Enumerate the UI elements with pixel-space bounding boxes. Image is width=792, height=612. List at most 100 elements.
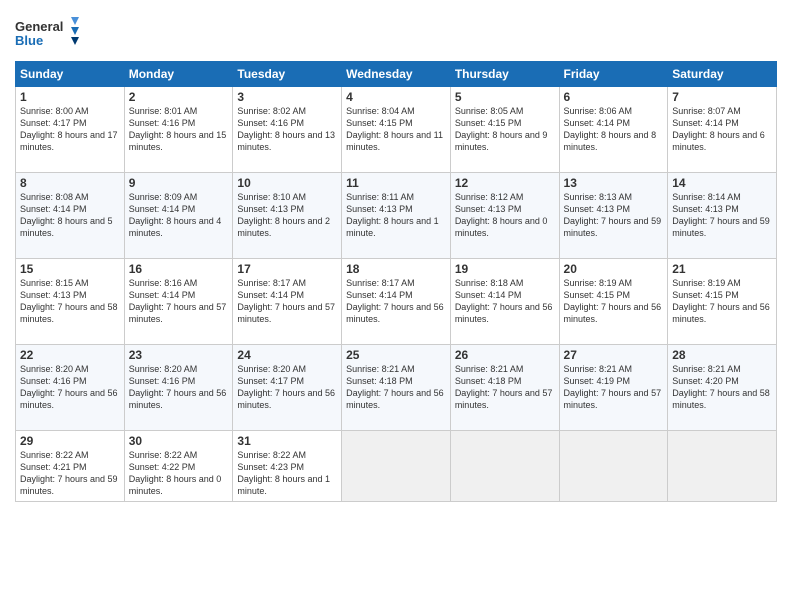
day-number: 27 (564, 348, 664, 362)
cell-info: Sunrise: 8:16 AMSunset: 4:14 PMDaylight:… (129, 277, 229, 326)
cell-info: Sunrise: 8:07 AMSunset: 4:14 PMDaylight:… (672, 105, 772, 154)
calendar-cell: 18Sunrise: 8:17 AMSunset: 4:14 PMDayligh… (342, 259, 451, 345)
cell-info: Sunrise: 8:14 AMSunset: 4:13 PMDaylight:… (672, 191, 772, 240)
cell-info: Sunrise: 8:19 AMSunset: 4:15 PMDaylight:… (672, 277, 772, 326)
cell-info: Sunrise: 8:21 AMSunset: 4:19 PMDaylight:… (564, 363, 664, 412)
day-number: 14 (672, 176, 772, 190)
day-number: 23 (129, 348, 229, 362)
calendar-cell: 2Sunrise: 8:01 AMSunset: 4:16 PMDaylight… (124, 87, 233, 173)
week-row-1: 1Sunrise: 8:00 AMSunset: 4:17 PMDaylight… (16, 87, 777, 173)
day-number: 7 (672, 90, 772, 104)
calendar-cell: 16Sunrise: 8:16 AMSunset: 4:14 PMDayligh… (124, 259, 233, 345)
day-number: 29 (20, 434, 120, 448)
day-number: 11 (346, 176, 446, 190)
calendar-cell: 7Sunrise: 8:07 AMSunset: 4:14 PMDaylight… (668, 87, 777, 173)
day-number: 26 (455, 348, 555, 362)
day-number: 8 (20, 176, 120, 190)
calendar-cell: 5Sunrise: 8:05 AMSunset: 4:15 PMDaylight… (450, 87, 559, 173)
calendar-cell: 10Sunrise: 8:10 AMSunset: 4:13 PMDayligh… (233, 173, 342, 259)
general-blue-logo: General Blue (15, 15, 85, 53)
cell-info: Sunrise: 8:15 AMSunset: 4:13 PMDaylight:… (20, 277, 120, 326)
cell-info: Sunrise: 8:21 AMSunset: 4:20 PMDaylight:… (672, 363, 772, 412)
cell-info: Sunrise: 8:18 AMSunset: 4:14 PMDaylight:… (455, 277, 555, 326)
calendar-cell: 30Sunrise: 8:22 AMSunset: 4:22 PMDayligh… (124, 431, 233, 502)
day-number: 21 (672, 262, 772, 276)
cell-info: Sunrise: 8:22 AMSunset: 4:22 PMDaylight:… (129, 449, 229, 498)
cell-info: Sunrise: 8:19 AMSunset: 4:15 PMDaylight:… (564, 277, 664, 326)
calendar-cell: 31Sunrise: 8:22 AMSunset: 4:23 PMDayligh… (233, 431, 342, 502)
header-row: SundayMondayTuesdayWednesdayThursdayFrid… (16, 62, 777, 87)
col-header-saturday: Saturday (668, 62, 777, 87)
calendar-cell: 9Sunrise: 8:09 AMSunset: 4:14 PMDaylight… (124, 173, 233, 259)
cell-info: Sunrise: 8:21 AMSunset: 4:18 PMDaylight:… (346, 363, 446, 412)
col-header-sunday: Sunday (16, 62, 125, 87)
calendar-cell (450, 431, 559, 502)
cell-info: Sunrise: 8:17 AMSunset: 4:14 PMDaylight:… (237, 277, 337, 326)
day-number: 5 (455, 90, 555, 104)
calendar-cell: 11Sunrise: 8:11 AMSunset: 4:13 PMDayligh… (342, 173, 451, 259)
day-number: 31 (237, 434, 337, 448)
week-row-4: 22Sunrise: 8:20 AMSunset: 4:16 PMDayligh… (16, 345, 777, 431)
week-row-3: 15Sunrise: 8:15 AMSunset: 4:13 PMDayligh… (16, 259, 777, 345)
calendar-cell: 14Sunrise: 8:14 AMSunset: 4:13 PMDayligh… (668, 173, 777, 259)
calendar-cell: 21Sunrise: 8:19 AMSunset: 4:15 PMDayligh… (668, 259, 777, 345)
cell-info: Sunrise: 8:08 AMSunset: 4:14 PMDaylight:… (20, 191, 120, 240)
calendar-cell: 20Sunrise: 8:19 AMSunset: 4:15 PMDayligh… (559, 259, 668, 345)
calendar-cell (668, 431, 777, 502)
col-header-thursday: Thursday (450, 62, 559, 87)
cell-info: Sunrise: 8:02 AMSunset: 4:16 PMDaylight:… (237, 105, 337, 154)
calendar-cell: 23Sunrise: 8:20 AMSunset: 4:16 PMDayligh… (124, 345, 233, 431)
calendar-cell (342, 431, 451, 502)
cell-info: Sunrise: 8:20 AMSunset: 4:17 PMDaylight:… (237, 363, 337, 412)
day-number: 10 (237, 176, 337, 190)
calendar-cell: 19Sunrise: 8:18 AMSunset: 4:14 PMDayligh… (450, 259, 559, 345)
day-number: 6 (564, 90, 664, 104)
header: General Blue (15, 15, 777, 53)
calendar-cell: 17Sunrise: 8:17 AMSunset: 4:14 PMDayligh… (233, 259, 342, 345)
day-number: 28 (672, 348, 772, 362)
calendar-cell: 13Sunrise: 8:13 AMSunset: 4:13 PMDayligh… (559, 173, 668, 259)
col-header-friday: Friday (559, 62, 668, 87)
cell-info: Sunrise: 8:11 AMSunset: 4:13 PMDaylight:… (346, 191, 446, 240)
cell-info: Sunrise: 8:17 AMSunset: 4:14 PMDaylight:… (346, 277, 446, 326)
cell-info: Sunrise: 8:13 AMSunset: 4:13 PMDaylight:… (564, 191, 664, 240)
calendar-cell: 12Sunrise: 8:12 AMSunset: 4:13 PMDayligh… (450, 173, 559, 259)
week-row-5: 29Sunrise: 8:22 AMSunset: 4:21 PMDayligh… (16, 431, 777, 502)
day-number: 20 (564, 262, 664, 276)
cell-info: Sunrise: 8:20 AMSunset: 4:16 PMDaylight:… (20, 363, 120, 412)
cell-info: Sunrise: 8:05 AMSunset: 4:15 PMDaylight:… (455, 105, 555, 154)
calendar-cell (559, 431, 668, 502)
cell-info: Sunrise: 8:10 AMSunset: 4:13 PMDaylight:… (237, 191, 337, 240)
svg-text:General: General (15, 19, 63, 34)
cell-info: Sunrise: 8:12 AMSunset: 4:13 PMDaylight:… (455, 191, 555, 240)
calendar-cell: 1Sunrise: 8:00 AMSunset: 4:17 PMDaylight… (16, 87, 125, 173)
cell-info: Sunrise: 8:04 AMSunset: 4:15 PMDaylight:… (346, 105, 446, 154)
day-number: 25 (346, 348, 446, 362)
calendar-cell: 24Sunrise: 8:20 AMSunset: 4:17 PMDayligh… (233, 345, 342, 431)
calendar-table: SundayMondayTuesdayWednesdayThursdayFrid… (15, 61, 777, 502)
cell-info: Sunrise: 8:00 AMSunset: 4:17 PMDaylight:… (20, 105, 120, 154)
day-number: 12 (455, 176, 555, 190)
calendar-cell: 29Sunrise: 8:22 AMSunset: 4:21 PMDayligh… (16, 431, 125, 502)
calendar-cell: 8Sunrise: 8:08 AMSunset: 4:14 PMDaylight… (16, 173, 125, 259)
day-number: 13 (564, 176, 664, 190)
day-number: 24 (237, 348, 337, 362)
day-number: 19 (455, 262, 555, 276)
calendar-cell: 15Sunrise: 8:15 AMSunset: 4:13 PMDayligh… (16, 259, 125, 345)
logo: General Blue (15, 15, 85, 53)
day-number: 18 (346, 262, 446, 276)
col-header-tuesday: Tuesday (233, 62, 342, 87)
cell-info: Sunrise: 8:20 AMSunset: 4:16 PMDaylight:… (129, 363, 229, 412)
calendar-cell: 22Sunrise: 8:20 AMSunset: 4:16 PMDayligh… (16, 345, 125, 431)
cell-info: Sunrise: 8:21 AMSunset: 4:18 PMDaylight:… (455, 363, 555, 412)
calendar-cell: 4Sunrise: 8:04 AMSunset: 4:15 PMDaylight… (342, 87, 451, 173)
day-number: 3 (237, 90, 337, 104)
calendar-cell: 27Sunrise: 8:21 AMSunset: 4:19 PMDayligh… (559, 345, 668, 431)
calendar-cell: 3Sunrise: 8:02 AMSunset: 4:16 PMDaylight… (233, 87, 342, 173)
day-number: 30 (129, 434, 229, 448)
day-number: 16 (129, 262, 229, 276)
cell-info: Sunrise: 8:22 AMSunset: 4:23 PMDaylight:… (237, 449, 337, 498)
svg-text:Blue: Blue (15, 33, 43, 48)
day-number: 1 (20, 90, 120, 104)
calendar-cell: 6Sunrise: 8:06 AMSunset: 4:14 PMDaylight… (559, 87, 668, 173)
